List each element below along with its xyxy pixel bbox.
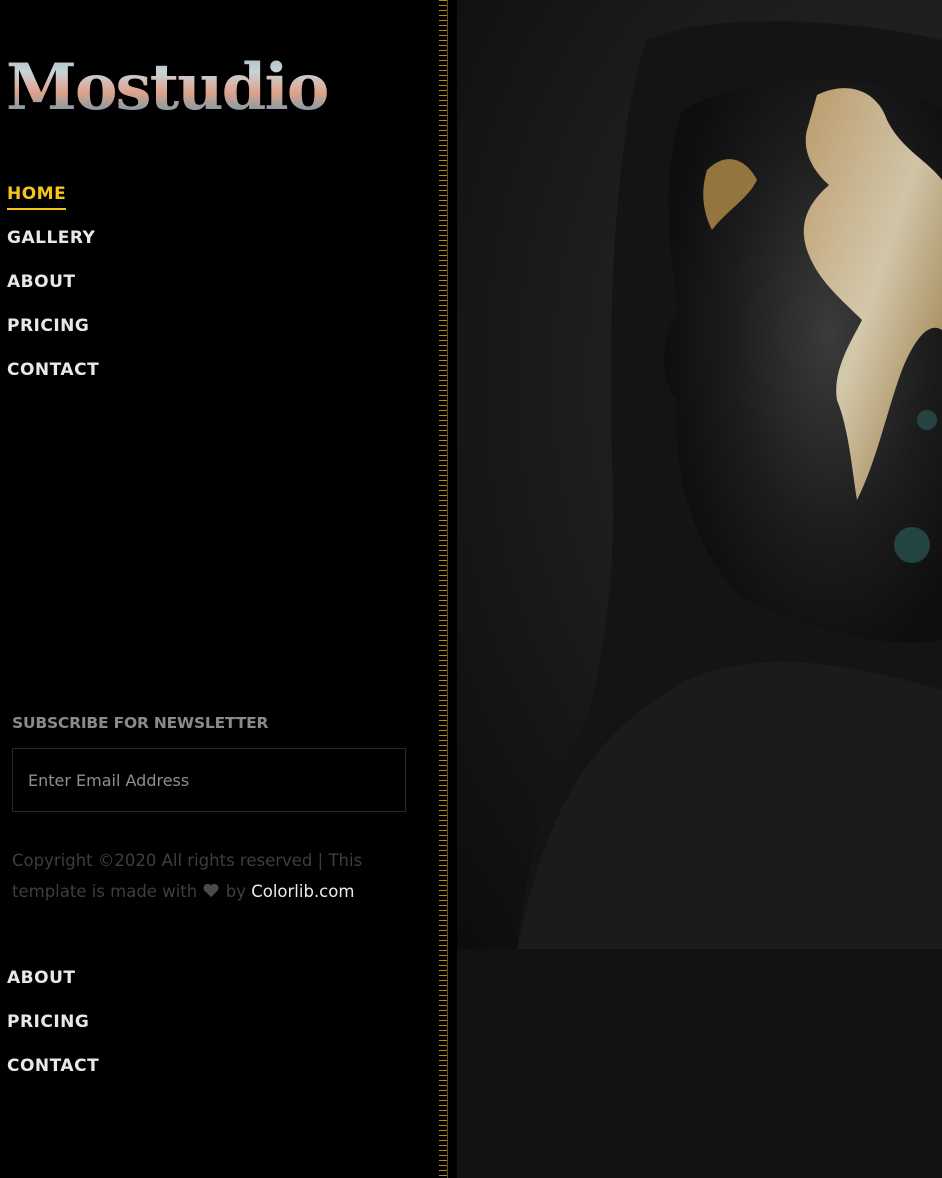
sidebar: Mostudio HOME GALLERY ABOUT PRICING CONT…	[0, 0, 436, 1178]
email-field[interactable]	[12, 748, 406, 812]
site-logo[interactable]: Mostudio	[6, 48, 329, 128]
nav-item-label: ABOUT	[7, 272, 76, 292]
nav-item-gallery[interactable]: GALLERY	[7, 225, 99, 269]
nav-item-label: PRICING	[7, 316, 90, 336]
nav-item-pricing[interactable]: PRICING	[7, 313, 99, 357]
footer-nav-contact[interactable]: CONTACT	[7, 1053, 99, 1097]
heart-icon	[202, 882, 220, 901]
nav-item-home[interactable]: HOME	[7, 181, 99, 225]
nav-item-label: ABOUT	[7, 968, 76, 988]
portrait-photo	[517, 21, 942, 949]
nav-item-label: HOME	[7, 181, 67, 210]
primary-nav: HOME GALLERY ABOUT PRICING CONTACT	[7, 181, 99, 401]
nav-item-contact[interactable]: CONTACT	[7, 357, 99, 401]
nav-item-label: GALLERY	[7, 228, 96, 248]
secondary-nav: ABOUT PRICING CONTACT	[7, 965, 99, 1097]
nav-item-label: CONTACT	[7, 1056, 100, 1076]
colorlib-link[interactable]: Colorlib.com	[251, 882, 354, 901]
footer-nav-about[interactable]: ABOUT	[7, 965, 99, 1009]
copyright-text: Copyright ©2020 All rights reserved | Th…	[12, 845, 412, 907]
nav-item-label: PRICING	[7, 1012, 90, 1032]
by-text: by	[225, 882, 246, 901]
ruler-divider	[447, 0, 448, 1178]
nav-item-label: CONTACT	[7, 360, 100, 380]
newsletter-title: SUBSCRIBE FOR NEWSLETTER	[12, 714, 269, 732]
nav-item-about[interactable]: ABOUT	[7, 269, 99, 313]
footer-nav-pricing[interactable]: PRICING	[7, 1009, 99, 1053]
hero-image	[457, 0, 942, 949]
main-content	[457, 0, 942, 1178]
